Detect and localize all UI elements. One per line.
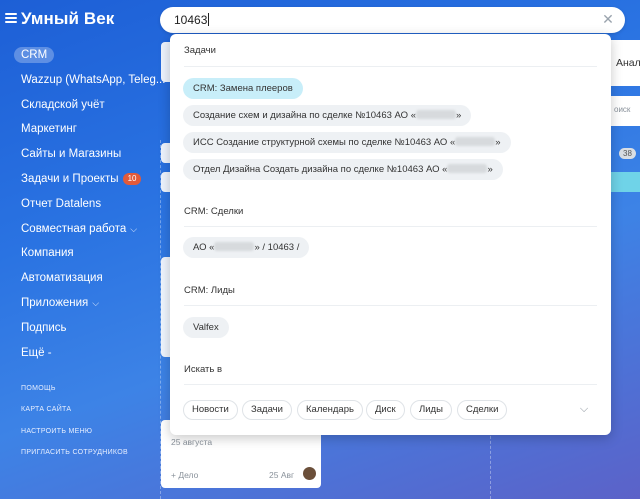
task-result[interactable]: Создание схем и дизайна по сделке №10463… (183, 105, 472, 126)
sidebar-item-crm[interactable]: CRM (0, 43, 158, 68)
filter-calendar[interactable]: Календарь (297, 400, 363, 420)
redacted-text (455, 137, 496, 146)
search-input[interactable]: 10463 ✕ (160, 7, 625, 33)
divider (184, 305, 597, 306)
sitemap-link[interactable]: КАРТА САЙТА (21, 406, 71, 413)
sidebar-item-collab[interactable]: Совместная работа ⌵ (0, 217, 158, 242)
configure-menu-link[interactable]: НАСТРОИТЬ МЕНЮ (21, 428, 92, 435)
tasks-section-title: Задачи (184, 45, 216, 56)
filter-deals[interactable]: Сделки (457, 400, 508, 420)
deal-result[interactable]: АО «» / 10463 / (183, 237, 310, 258)
sidebar-item-wazzup[interactable]: Wazzup (WhatsApp, Teleg... (0, 68, 165, 93)
deal-date: 25 Авг (269, 470, 295, 480)
task-result[interactable]: Отдел Дизайна Создать дизайна по сделке … (183, 159, 503, 180)
avatar[interactable] (303, 467, 316, 480)
analytics-tab[interactable]: Анал (616, 57, 640, 69)
redacted-text (416, 110, 456, 119)
search-hint: оиск (614, 105, 631, 114)
brand-title[interactable]: Умный Век (21, 9, 114, 29)
sidebar-item-tasks[interactable]: Задачи и Проекты 10 (0, 167, 158, 192)
sidebar-item-sites[interactable]: Сайты и Магазины (0, 142, 158, 167)
sidebar-item-more[interactable]: Ещё - (0, 341, 158, 366)
task-result[interactable]: CRM: Замена плееров (183, 78, 303, 99)
filter-leads[interactable]: Лиды (410, 400, 452, 420)
right-toolbar-panel: Анал (611, 40, 640, 86)
sidebar-item-automation[interactable]: Автоматизация (0, 266, 158, 291)
redacted-text (447, 164, 488, 173)
filter-news[interactable]: Новости (183, 400, 238, 420)
leads-section-title: CRM: Лиды (184, 285, 235, 296)
sidebar-menu: CRM Wazzup (WhatsApp, Teleg... Складской… (0, 43, 165, 366)
sidebar-item-sign[interactable]: Подпись (0, 316, 158, 341)
filter-tasks[interactable]: Задачи (242, 400, 292, 420)
lead-result[interactable]: Valfex (183, 317, 229, 338)
chevron-down-icon: ⌵ (92, 297, 100, 308)
sidebar-item-apps[interactable]: Приложения ⌵ (0, 291, 158, 316)
right-search-panel: оиск (611, 96, 640, 126)
divider (184, 226, 597, 227)
deals-section-title: CRM: Сделки (184, 206, 244, 217)
invite-link[interactable]: ПРИГЛАСИТЬ СОТРУДНИКОВ (21, 449, 128, 456)
tasks-count-badge: 10 (122, 172, 142, 185)
sidebar-item-company[interactable]: Компания (0, 241, 158, 266)
progress-strip (611, 172, 640, 192)
sidebar-item-datalens[interactable]: Отчет Datalens (0, 192, 158, 217)
task-result[interactable]: ИСС Создание структурной схемы по сделке… (183, 132, 511, 153)
divider (184, 66, 597, 67)
chevron-down-icon[interactable]: ⌵ (577, 402, 591, 416)
filter-disk[interactable]: Диск (366, 400, 405, 420)
search-input-value: 10463 (174, 13, 208, 27)
divider (184, 384, 597, 385)
search-in-title: Искать в (184, 364, 223, 375)
search-results-dropdown: Задачи CRM: Замена плееров Создание схем… (170, 34, 611, 435)
sidebar-item-marketing[interactable]: Маркетинг (0, 117, 158, 142)
add-deal-link[interactable]: + Дело (171, 470, 198, 480)
redacted-text (214, 242, 255, 251)
clear-icon[interactable]: ✕ (601, 12, 615, 26)
card-date: 25 августа (171, 437, 213, 447)
count-badge: 38 (619, 148, 636, 159)
sidebar-item-warehouse[interactable]: Складской учёт (0, 93, 158, 118)
chevron-down-icon: ⌵ (130, 223, 138, 234)
menu-burger-icon[interactable] (5, 13, 17, 23)
help-link[interactable]: ПОМОЩЬ (21, 385, 56, 392)
